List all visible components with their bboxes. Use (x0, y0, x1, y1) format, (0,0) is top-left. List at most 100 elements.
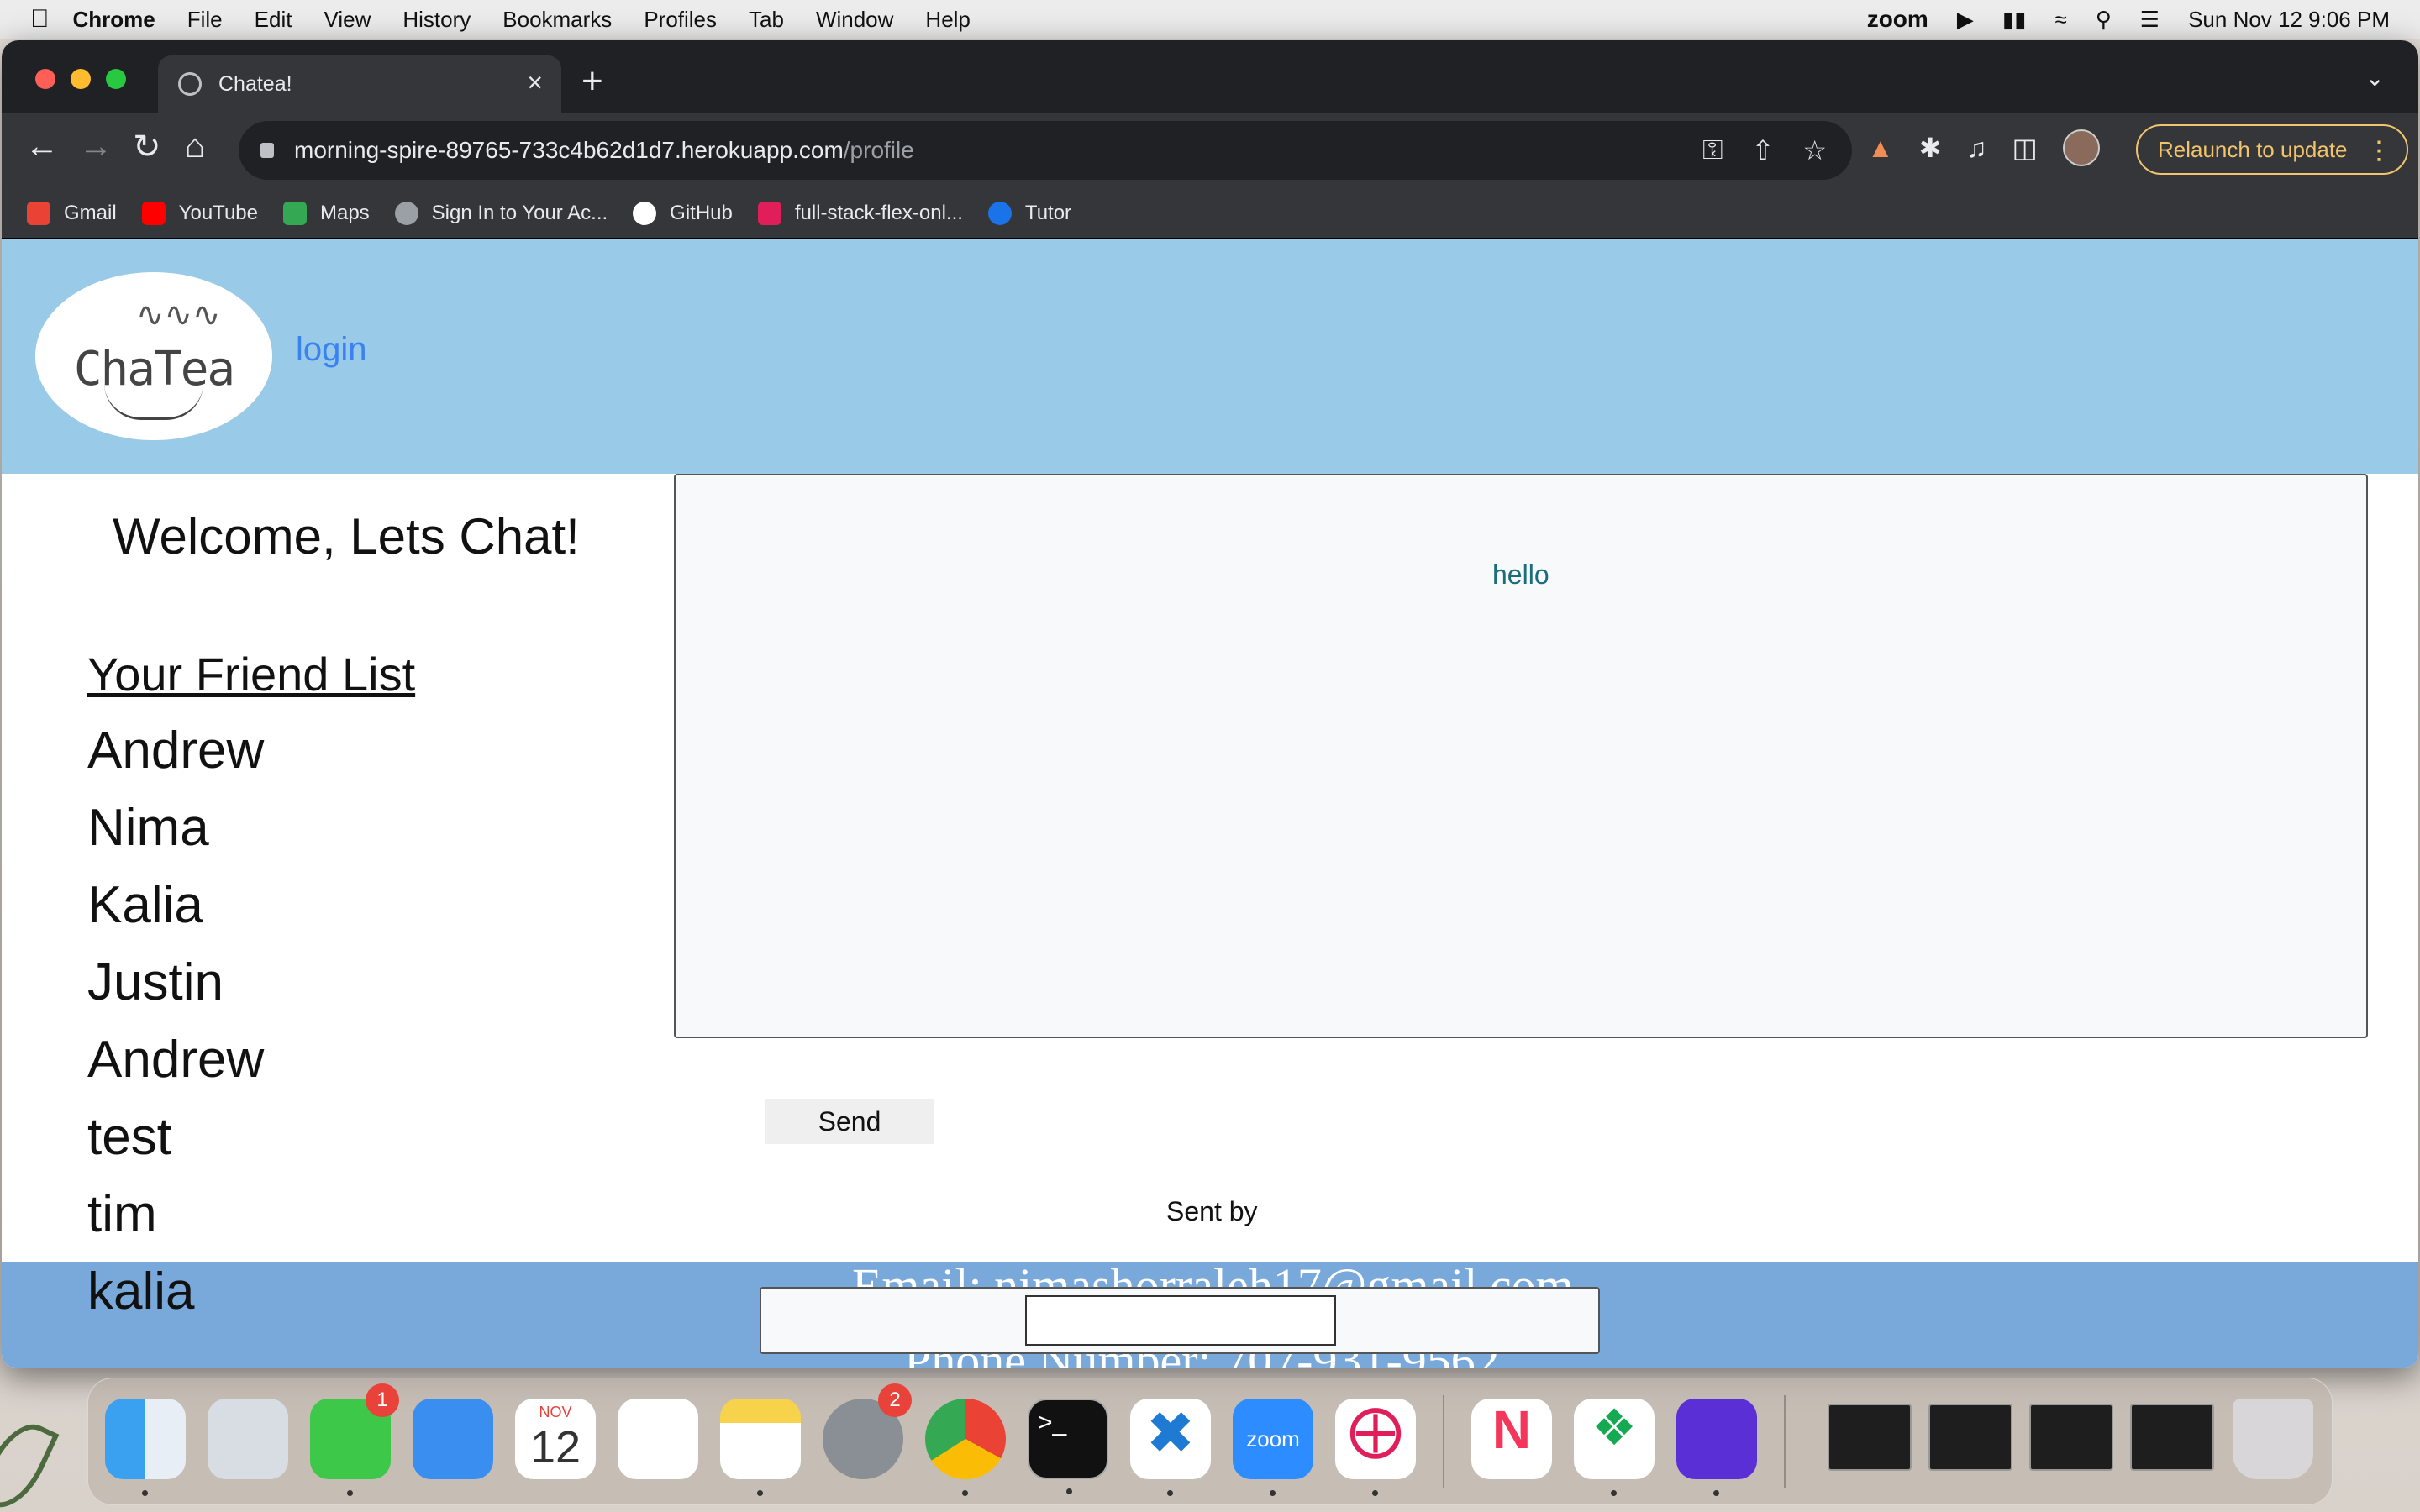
key-icon[interactable]: ⚿ (1702, 134, 1723, 166)
globe-icon (394, 201, 418, 225)
bookmark-tutor[interactable]: Tutor (987, 201, 1071, 225)
friend-item[interactable]: Justin (87, 953, 224, 1012)
home-icon[interactable]: ⌂ (185, 128, 205, 165)
extension-area: ▲ ✱ ♫ ◫ (1867, 129, 2100, 166)
address-bar[interactable]: morning-spire-89765-733c4b62d1d7.herokua… (239, 121, 1852, 180)
share-icon[interactable]: ⇧ (1752, 134, 1775, 166)
system-settings-icon[interactable]: 2 (823, 1383, 912, 1479)
tab-search-chevron-icon[interactable]: ⌄ (2365, 64, 2385, 92)
screen-recorder-icon[interactable] (1676, 1399, 1757, 1496)
menu-bookmarks[interactable]: Bookmarks (502, 7, 612, 33)
mail-icon[interactable] (413, 1399, 493, 1479)
tab-strip: Chatea! × + ⌄ (2, 40, 2418, 113)
minimized-window-thumbnail[interactable] (1828, 1404, 1912, 1471)
friend-item[interactable]: test (87, 1107, 171, 1167)
extension-icon[interactable]: ▲ (1867, 133, 1894, 164)
trash-icon[interactable] (2233, 1399, 2313, 1479)
maximize-window-button[interactable] (106, 69, 126, 89)
message-input[interactable] (1025, 1295, 1336, 1346)
profile-avatar[interactable] (2062, 129, 2100, 166)
media-icon[interactable]: ♫ (1966, 133, 1986, 164)
bookmark-sign-in[interactable]: Sign In to Your Ac... (394, 201, 608, 225)
menu-history[interactable]: History (402, 7, 471, 33)
messages-badge: 1 (366, 1383, 399, 1417)
finder-icon[interactable] (105, 1399, 186, 1496)
tab-title: Chatea! (218, 71, 292, 96)
battery-icon[interactable]: ▮▮ (2002, 7, 2027, 33)
friend-item[interactable]: kalia (87, 1262, 195, 1321)
messages-icon[interactable]: 1 (310, 1383, 399, 1496)
vscode-icon[interactable]: ✖ (1130, 1399, 1211, 1496)
friend-list-title: Your Friend List (87, 648, 416, 701)
reload-icon[interactable]: ↻ (133, 128, 161, 166)
friend-item[interactable]: Andrew (87, 721, 264, 780)
relaunch-button[interactable]: Relaunch to update ⋮ (2136, 124, 2408, 175)
bookmark-youtube[interactable]: YouTube (141, 201, 258, 225)
bookmark-label: Gmail (64, 201, 117, 224)
bookmark-slack[interactable]: full-stack-flex-onl... (757, 201, 963, 225)
back-icon[interactable]: ← (25, 128, 59, 165)
menu-tab[interactable]: Tab (749, 7, 784, 33)
tutor-icon (987, 201, 1012, 225)
apple-icon[interactable]:  (30, 5, 50, 34)
menu-view[interactable]: View (324, 7, 371, 33)
bookmark-maps[interactable]: Maps (282, 201, 370, 225)
bookmark-label: YouTube (178, 201, 258, 224)
steam-icon: ∿∿∿ (136, 297, 221, 333)
minimize-window-button[interactable] (71, 69, 91, 89)
calendar-icon[interactable]: NOV 12 (515, 1399, 596, 1479)
menu-window[interactable]: Window (816, 7, 893, 33)
bookmark-star-icon[interactable]: ☆ (1802, 134, 1827, 166)
zoom-status-item[interactable]: zoom (1867, 6, 1928, 33)
slack-icon[interactable]: ⨁ (1335, 1399, 1416, 1496)
friend-item[interactable]: Andrew (87, 1030, 264, 1089)
login-link[interactable]: login (296, 331, 367, 369)
bookmark-github[interactable]: GitHub (633, 201, 733, 225)
send-button[interactable]: Send (765, 1099, 934, 1144)
chat-message-box: hello (674, 474, 2368, 1038)
launchpad-icon[interactable] (208, 1399, 288, 1479)
friend-item[interactable]: Nima (87, 798, 209, 858)
close-tab-icon[interactable]: × (527, 67, 543, 98)
menu-app-name[interactable]: Chrome (73, 7, 155, 33)
terminal-icon[interactable]: >_ (1028, 1399, 1108, 1494)
new-tab-button[interactable]: + (581, 60, 603, 102)
zoom-app-icon[interactable]: zoom (1233, 1399, 1313, 1496)
close-window-button[interactable] (35, 69, 55, 89)
youtube-icon (141, 201, 166, 225)
minimized-window-thumbnail[interactable] (1928, 1404, 2012, 1471)
lock-icon[interactable] (260, 143, 274, 158)
github-icon (633, 201, 657, 225)
menu-datetime[interactable]: Sun Nov 12 9:06 PM (2188, 7, 2390, 33)
minimized-window-thumbnail[interactable] (2130, 1404, 2214, 1471)
menu-help[interactable]: Help (925, 7, 970, 33)
control-center-icon[interactable]: ☰ (2140, 7, 2160, 33)
bookmarks-bar: Gmail YouTube Maps Sign In to Your Ac...… (2, 188, 2418, 239)
news-icon[interactable]: N (1471, 1399, 1552, 1479)
puzzle-icon[interactable]: ✱ (1919, 132, 1942, 164)
bookmark-gmail[interactable]: Gmail (27, 201, 117, 225)
play-icon[interactable]: ▶ (1957, 7, 1974, 33)
running-indicator (962, 1490, 968, 1496)
friend-item[interactable]: Kalia (87, 875, 203, 935)
search-icon[interactable]: ⚲ (2096, 7, 2112, 33)
settings-badge: 2 (878, 1383, 912, 1417)
chrome-icon[interactable] (925, 1399, 1006, 1496)
browser-tab[interactable]: Chatea! × (158, 55, 561, 113)
more-menu-icon[interactable]: ⋮ (2366, 136, 2391, 165)
zoom-label: zoom (1246, 1425, 1300, 1452)
friend-item[interactable]: tim (87, 1184, 157, 1244)
bookmark-label: GitHub (670, 201, 733, 224)
reminders-icon[interactable] (618, 1399, 698, 1479)
browser-toolbar: ← → ↻ ⌂ morning-spire-89765-733c4b62d1d7… (2, 113, 2418, 188)
notes-icon[interactable] (720, 1399, 801, 1496)
mac-dock: 1 NOV 12 2 >_ ✖ zoom ⨁ N ❖ (87, 1378, 2333, 1505)
menu-file[interactable]: File (187, 7, 223, 33)
forward-icon[interactable]: → (79, 128, 113, 165)
wifi-icon[interactable]: ≈ (2054, 7, 2066, 33)
mongodb-icon[interactable]: ❖ (1574, 1399, 1655, 1496)
menu-edit[interactable]: Edit (255, 7, 292, 33)
minimized-window-thumbnail[interactable] (2029, 1404, 2113, 1471)
menu-profiles[interactable]: Profiles (644, 7, 717, 33)
side-panel-icon[interactable]: ◫ (2012, 132, 2037, 164)
